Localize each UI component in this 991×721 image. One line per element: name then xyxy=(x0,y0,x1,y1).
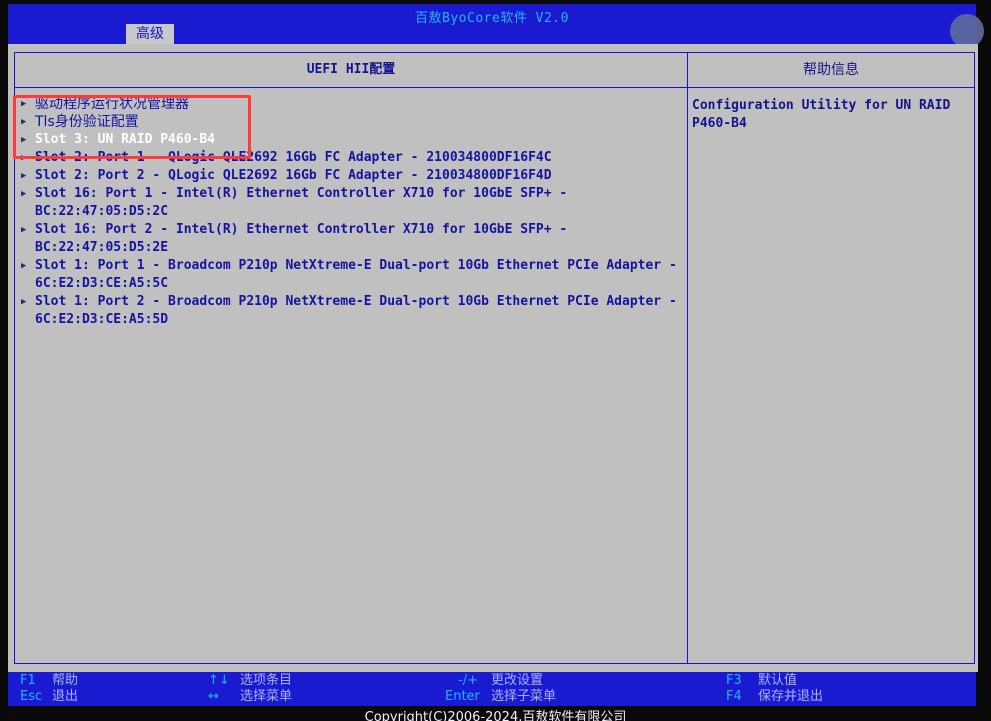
help-panel: 帮助信息 Configuration Utility for UN RAID P… xyxy=(687,52,975,664)
menu-item-label: Tls身份验证配置 xyxy=(35,114,139,130)
up-down-arrow-icon: ↑↓ xyxy=(208,673,230,688)
esc-desc: 退出 xyxy=(52,689,79,704)
menu-item-label: Slot 1: Port 1 - Broadcom P210p NetXtrem… xyxy=(35,258,677,291)
menu-item[interactable]: ▶ Slot 16: Port 2 - Intel(R) Ethernet Con… xyxy=(21,221,681,257)
f1-key: F1 xyxy=(20,673,36,688)
f3-key: F3 xyxy=(726,673,742,688)
f4-key: F4 xyxy=(726,689,742,704)
menu-item[interactable]: ▶ Tls身份验证配置 xyxy=(21,113,681,131)
copyright-text: Copyright(C)2006-2024,百敖软件有限公司 xyxy=(364,710,627,721)
menu-item-label: Slot 3: UN RAID P460-B4 xyxy=(35,132,216,147)
footer-group-4: F3 默认值 F4 保存并退出 xyxy=(726,673,823,705)
enter-key: Enter xyxy=(445,689,480,704)
footer-keybar: F1 帮助 Esc 退出 ↑↓ 选项条目 ↔ 选择菜单 -/+ 更改设置 Enter 选择子… xyxy=(8,672,976,706)
menu-list: ▶ 驱动程序运行状况管理器 ▶ Tls身份验证配置 ▶ Slot 3: UN RAID P… xyxy=(21,95,681,329)
submenu-arrow-icon: ▶ xyxy=(21,261,27,271)
menu-item-label: Slot 1: Port 2 - Broadcom P210p NetXtrem… xyxy=(35,294,677,327)
leftright-desc: 选择菜单 xyxy=(240,689,293,704)
f4-desc: 保存并退出 xyxy=(758,689,824,704)
enter-desc: 选择子菜单 xyxy=(491,689,557,704)
menu-item[interactable]: ▶ Slot 3: UN RAID P460-B4 xyxy=(21,131,681,149)
help-text: Configuration Utility for UN RAID P460-B… xyxy=(692,98,951,131)
submenu-arrow-icon: ▶ xyxy=(21,99,27,109)
plusminus-key: -/+ xyxy=(458,673,478,688)
menu-item[interactable]: ▶ Slot 2: Port 2 - QLogic QLE2692 16Gb FC… xyxy=(21,167,681,185)
footer-group-1: F1 帮助 Esc 退出 xyxy=(20,673,78,705)
assistive-touch-icon[interactable] xyxy=(950,14,984,48)
help-panel-title: 帮助信息 xyxy=(688,53,974,88)
esc-key: Esc xyxy=(20,689,43,704)
header-bar: 百敖ByoCore软件 V2.0 高级 xyxy=(8,4,976,44)
menu-item-label: Slot 16: Port 1 - Intel(R) Ethernet Cont… xyxy=(35,186,568,219)
menu-item[interactable]: ▶ Slot 1: Port 2 - Broadcom P210p NetXtre… xyxy=(21,293,681,329)
menu-item[interactable]: ▶ Slot 1: Port 1 - Broadcom P210p NetXtre… xyxy=(21,257,681,293)
plusminus-desc: 更改设置 xyxy=(491,673,544,688)
submenu-arrow-icon: ▶ xyxy=(21,153,27,163)
menu-item[interactable]: ▶ Slot 16: Port 1 - Intel(R) Ethernet Con… xyxy=(21,185,681,221)
submenu-arrow-icon: ▶ xyxy=(21,171,27,181)
menu-item[interactable]: ▶ Slot 2: Port 1 - QLogic QLE2692 16Gb FC… xyxy=(21,149,681,167)
footer-group-3: -/+ 更改设置 Enter 选择子菜单 xyxy=(445,673,556,705)
submenu-arrow-icon: ▶ xyxy=(21,135,27,145)
bios-screen: 百敖ByoCore软件 V2.0 高级 UEFI HII配置 ▶ 驱动程序运行状况… xyxy=(0,0,991,721)
submenu-arrow-icon: ▶ xyxy=(21,225,27,235)
f3-desc: 默认值 xyxy=(758,673,798,688)
menu-item[interactable]: ▶ 驱动程序运行状况管理器 xyxy=(21,95,681,113)
left-right-arrow-icon: ↔ xyxy=(208,689,219,704)
menu-panel: UEFI HII配置 ▶ 驱动程序运行状况管理器 ▶ Tls身份验证配置 ▶ Slot 3… xyxy=(14,52,688,664)
submenu-arrow-icon: ▶ xyxy=(21,189,27,199)
main-area: UEFI HII配置 ▶ 驱动程序运行状况管理器 ▶ Tls身份验证配置 ▶ Slot 3… xyxy=(8,44,978,672)
tab-advanced[interactable]: 高级 xyxy=(126,24,174,44)
menu-item-label: Slot 16: Port 2 - Intel(R) Ethernet Cont… xyxy=(35,222,568,255)
submenu-arrow-icon: ▶ xyxy=(21,117,27,127)
menu-panel-title: UEFI HII配置 xyxy=(15,53,687,88)
footer-group-2: ↑↓ 选项条目 ↔ 选择菜单 xyxy=(208,673,292,705)
updown-desc: 选项条目 xyxy=(240,673,293,688)
menu-item-label: Slot 2: Port 2 - QLogic QLE2692 16Gb FC … xyxy=(35,168,552,183)
menu-item-label: 驱动程序运行状况管理器 xyxy=(35,96,189,112)
submenu-arrow-icon: ▶ xyxy=(21,297,27,307)
f1-desc: 帮助 xyxy=(52,673,79,688)
menu-item-label: Slot 2: Port 1 - QLogic QLE2692 16Gb FC … xyxy=(35,150,552,165)
